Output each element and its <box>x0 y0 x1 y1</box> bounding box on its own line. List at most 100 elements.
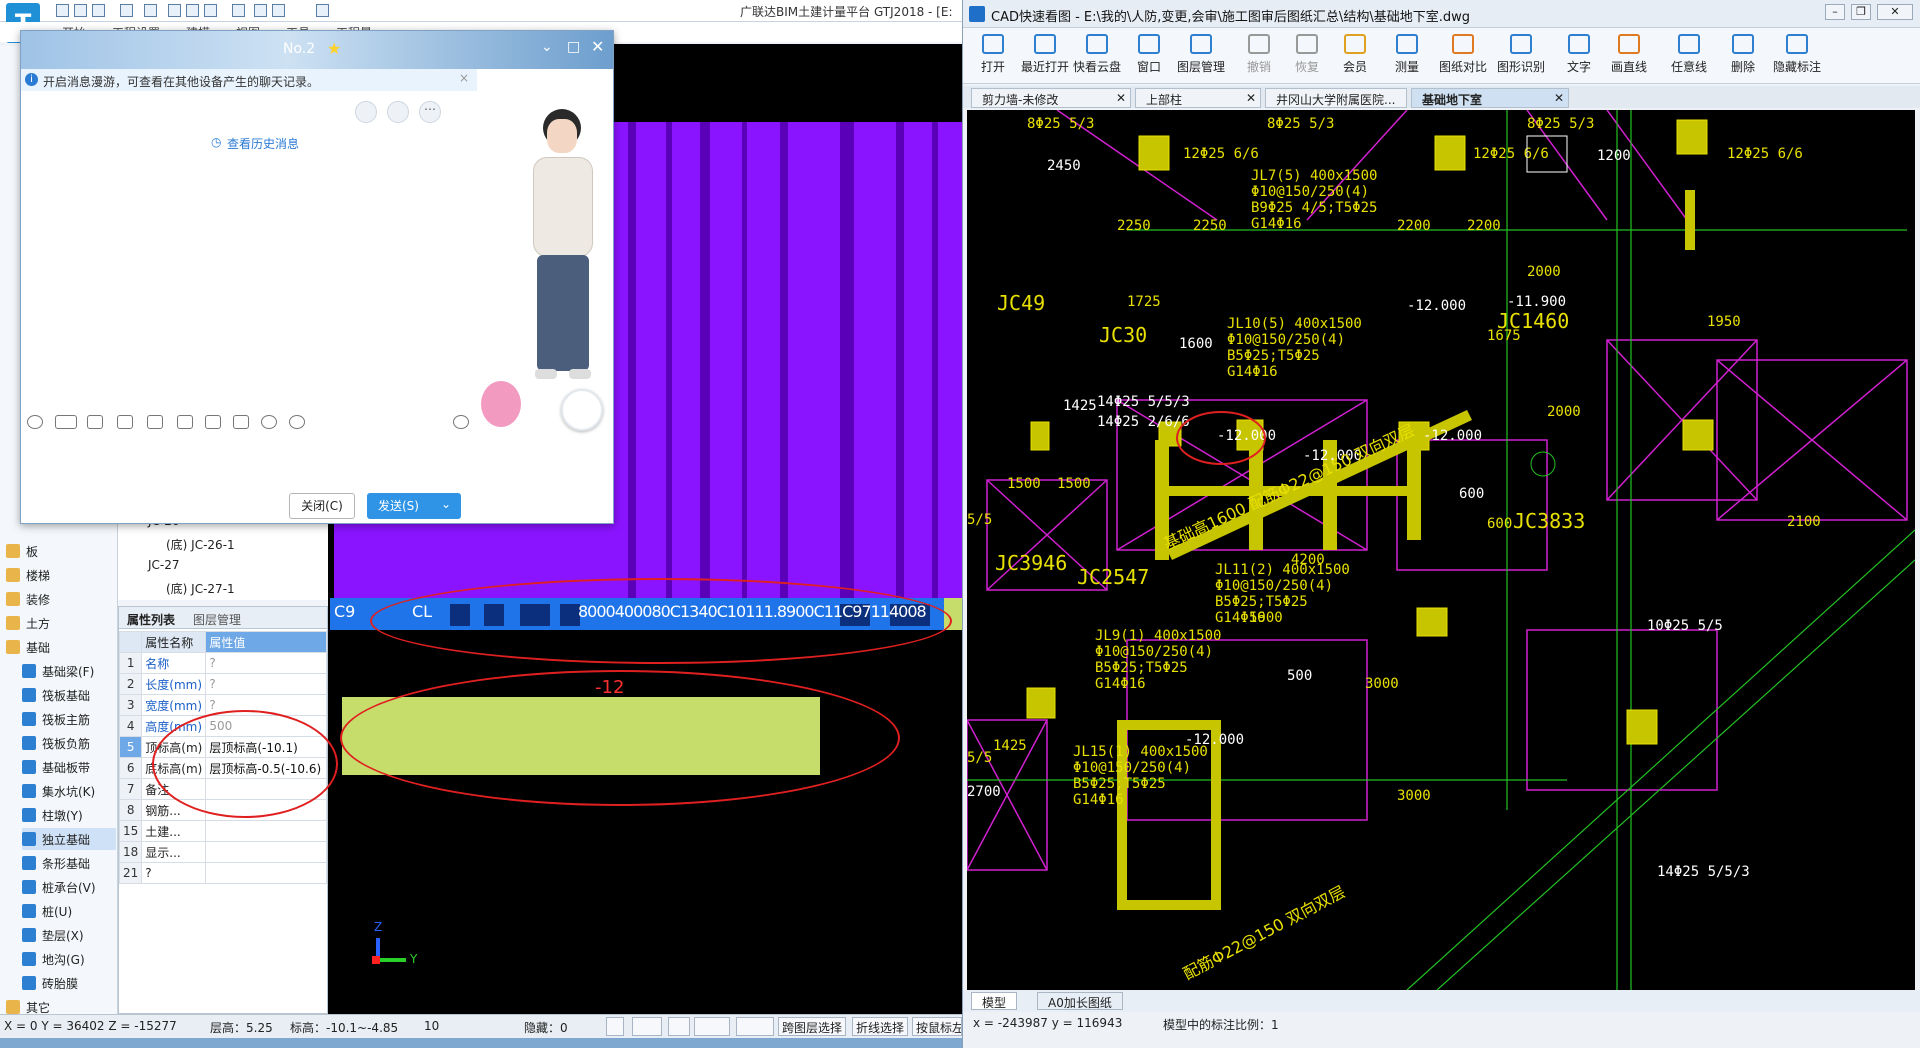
prop-value[interactable]: ? <box>205 652 327 674</box>
shake-icon[interactable] <box>205 415 221 429</box>
notice-close-icon[interactable]: × <box>459 71 469 85</box>
mouse-left-button[interactable]: 按鼠标左 <box>912 1017 962 1036</box>
cross-floor-select-button[interactable]: 跨图层选择 <box>778 1017 847 1036</box>
tree-item-earthwork[interactable]: 土方 <box>6 612 50 634</box>
tree-item-stair[interactable]: 楼梯 <box>6 564 50 586</box>
tree-item-slab[interactable]: 板 <box>6 540 38 562</box>
grid-icon[interactable] <box>232 4 245 17</box>
emoji-icon[interactable] <box>27 415 43 429</box>
tool-button-9[interactable]: 图纸对比 <box>1437 34 1489 75</box>
list-item[interactable]: (底) JC-27-1 <box>166 580 235 597</box>
tool-button-6[interactable]: 恢复 <box>1281 34 1333 75</box>
ruler-icon[interactable] <box>186 4 199 17</box>
tree-item-trench[interactable]: 地沟(G) <box>22 948 85 970</box>
polyline-select-button[interactable]: 折线选择 <box>852 1017 909 1036</box>
tool-button-13[interactable]: 任意线 <box>1663 34 1715 75</box>
grid2-icon[interactable] <box>316 4 329 17</box>
prop-name[interactable]: 土建... <box>141 820 207 842</box>
table-row[interactable]: 18 显示... <box>118 841 327 863</box>
tool-button-5[interactable]: 撤销 <box>1233 34 1285 75</box>
tree-item-isolated-footing[interactable]: 独立基础 <box>22 828 116 850</box>
tool-button-14[interactable]: 删除 <box>1717 34 1769 75</box>
redo-icon[interactable] <box>144 4 157 17</box>
table-row[interactable]: 15 土建... <box>118 820 327 842</box>
close-icon[interactable]: ✕ <box>1877 4 1913 20</box>
sum-icon[interactable] <box>168 4 181 17</box>
chevron-down-icon[interactable]: ⌄ <box>541 39 553 55</box>
tree-item-pile-cap[interactable]: 桩承台(V) <box>22 876 96 898</box>
chart-icon[interactable] <box>254 4 267 17</box>
gif-icon[interactable] <box>55 415 77 429</box>
folder-icon[interactable] <box>117 415 133 429</box>
tree-item-brick-mold[interactable]: 砖胎膜 <box>22 972 78 994</box>
scissors-icon[interactable] <box>87 415 103 429</box>
tree-item-finish[interactable]: 装修 <box>6 588 50 610</box>
tree-item-raft[interactable]: 筏板基础 <box>22 684 90 706</box>
minimize-icon[interactable]: – <box>1825 4 1845 20</box>
tab-shear-wall[interactable]: 剪力墙-未修改 ✕ <box>971 88 1131 108</box>
mic-icon[interactable] <box>261 415 277 429</box>
tree-item-foundation[interactable]: 基础 <box>6 636 50 658</box>
prop-name[interactable]: ? <box>141 862 207 884</box>
image-icon[interactable] <box>177 415 193 429</box>
select-icon[interactable] <box>632 1017 662 1036</box>
tree-item-cushion[interactable]: 垫层(X) <box>22 924 84 946</box>
save-icon[interactable] <box>56 4 69 17</box>
video-icon[interactable] <box>387 101 409 123</box>
notice-text[interactable]: 开启消息漫游，可查看在其他设备产生的聊天记录。 <box>43 73 319 90</box>
tree-item-raft-rebar[interactable]: 筏板主筋 <box>22 708 90 730</box>
tab-a0-sheet[interactable]: A0加长图纸 <box>1037 992 1123 1010</box>
view-history-link[interactable]: 查看历史消息 <box>227 135 299 152</box>
tool-button-0[interactable]: 打开 <box>967 34 1019 75</box>
prop-value[interactable]: ? <box>205 673 327 695</box>
tree-item-foundation-beam[interactable]: 基础梁(F) <box>22 660 94 682</box>
tool-button-15[interactable]: 隐藏标注 <box>1771 34 1823 75</box>
tree-item-pile[interactable]: 桩(U) <box>22 900 72 922</box>
tab-close-icon[interactable]: ✕ <box>1554 91 1564 105</box>
tool-button-10[interactable]: 图形识别 <box>1495 34 1547 75</box>
tool-button-8[interactable]: 测量 <box>1381 34 1433 75</box>
clock-icon[interactable] <box>453 415 469 429</box>
tool-button-4[interactable]: 图层管理 <box>1175 34 1227 75</box>
matrix-icon[interactable] <box>272 4 285 17</box>
copy-icon[interactable] <box>74 4 87 17</box>
tool-button-7[interactable]: 会员 <box>1329 34 1381 75</box>
tab-model[interactable]: 模型 <box>971 992 1018 1010</box>
table-row[interactable]: 2 长度(mm)? <box>118 673 327 695</box>
tool-button-12[interactable]: 画直线 <box>1603 34 1655 75</box>
undo-icon[interactable] <box>120 4 133 17</box>
table-icon[interactable] <box>204 4 217 17</box>
tree-item-strip-footing[interactable]: 条形基础 <box>22 852 90 874</box>
cross-icon[interactable] <box>668 1017 690 1036</box>
tool-button-2[interactable]: 快看云盘 <box>1071 34 1123 75</box>
tab-basement-foundation[interactable]: 基础地下室 ✕ <box>1411 88 1569 108</box>
list-item[interactable]: JC-27 <box>148 558 180 572</box>
tab-close-icon[interactable]: ✕ <box>1116 91 1126 105</box>
avatar-thumbnail[interactable] <box>561 389 603 431</box>
prop-name[interactable]: 显示... <box>141 841 207 863</box>
cad-drawing-canvas[interactable]: 8Φ25 5/3 8Φ25 5/3 8Φ25 5/3 12Φ25 6/6 12Φ… <box>967 110 1915 990</box>
more-icon[interactable]: ⋯ <box>419 101 441 123</box>
tree-item-slab-strip[interactable]: 基础板带 <box>22 756 90 778</box>
tool-button-3[interactable]: 窗口 <box>1123 34 1175 75</box>
tab-upper-columns[interactable]: 上部柱 ✕ <box>1135 88 1261 108</box>
close-icon[interactable]: ✕ <box>591 37 604 56</box>
tool-button-11[interactable]: 文字 <box>1553 34 1605 75</box>
tree-item-raft-neg-rebar[interactable]: 筏板负筋 <box>22 732 90 754</box>
layers-icon[interactable] <box>92 4 105 17</box>
list-item[interactable]: (底) JC-26-1 <box>166 536 235 553</box>
red-packet-icon[interactable] <box>233 415 249 429</box>
dim-icon[interactable] <box>736 1017 774 1036</box>
tool-button-1[interactable]: 最近打开 <box>1019 34 1071 75</box>
snap-icon[interactable] <box>606 1017 624 1036</box>
tree-item-sump[interactable]: 集水坑(K) <box>22 780 95 802</box>
tab-layer-management[interactable]: 图层管理 <box>193 611 241 628</box>
angle-icon[interactable] <box>694 1017 730 1036</box>
phone-icon[interactable] <box>355 101 377 123</box>
table-row[interactable]: 1 名称? <box>118 652 327 674</box>
tab-close-icon[interactable]: ✕ <box>1246 91 1256 105</box>
tab-hospital[interactable]: 井冈山大学附属医院... <box>1265 88 1407 108</box>
tree-item-pier[interactable]: 柱墩(Y) <box>22 804 83 826</box>
table-row[interactable]: 21? <box>118 862 327 884</box>
restore-icon[interactable]: ❐ <box>1851 4 1871 20</box>
